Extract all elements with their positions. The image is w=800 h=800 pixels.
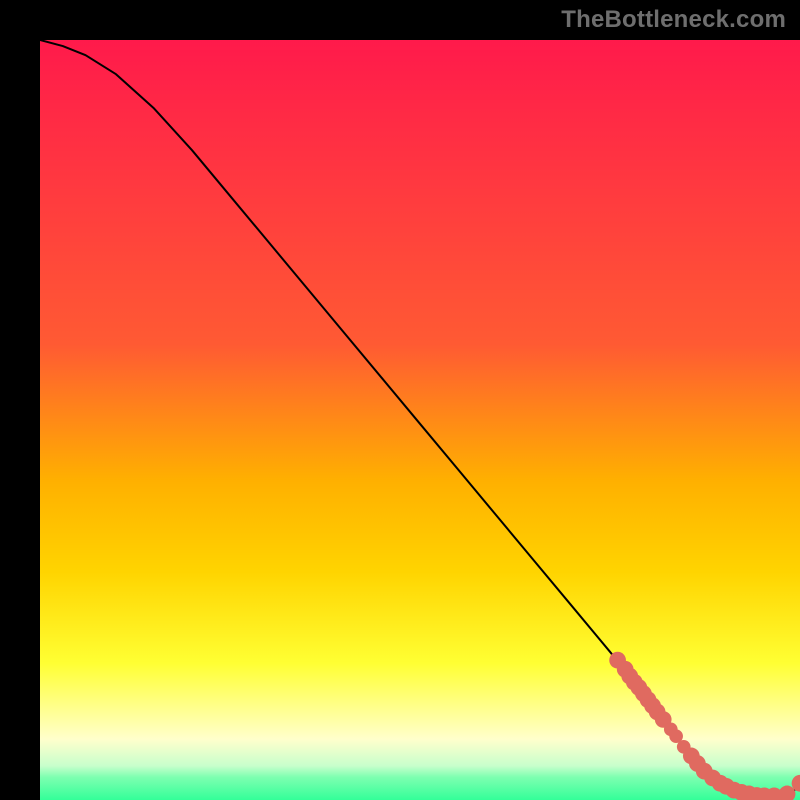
chart-plot bbox=[40, 40, 800, 800]
watermark-text: TheBottleneck.com bbox=[561, 6, 786, 34]
chart-svg bbox=[40, 40, 800, 800]
chart-stage: TheBottleneck.com bbox=[0, 0, 800, 800]
gradient-background bbox=[40, 40, 800, 800]
